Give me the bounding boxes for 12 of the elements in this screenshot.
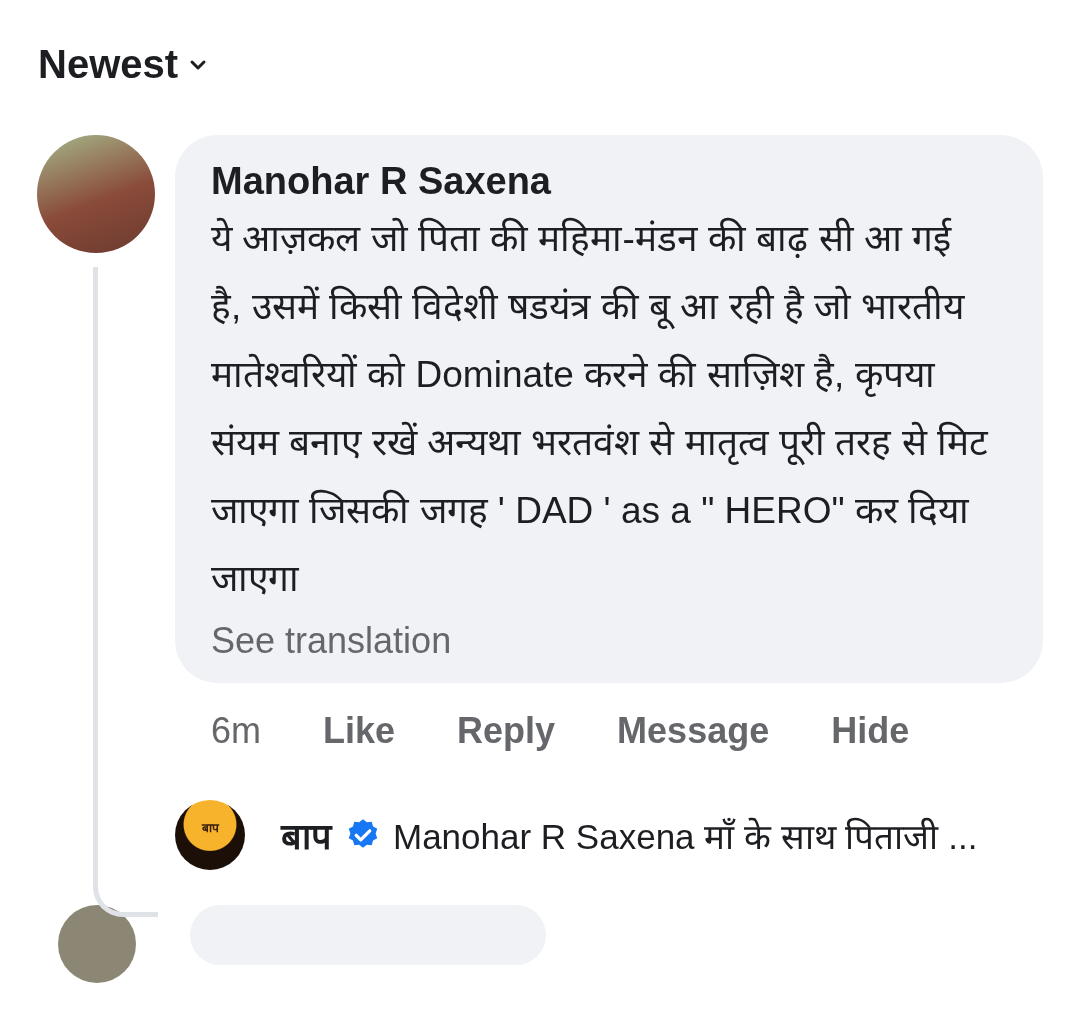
comment-action-button[interactable]: Reply [457,710,556,752]
see-translation-link[interactable]: See translation [211,615,1007,667]
sort-dropdown[interactable]: Newest [38,40,209,89]
comment-action-button[interactable]: Message [617,710,770,752]
reply-preview[interactable]: Manohar R Saxena माँ के साथ पिताजी ... [393,811,978,859]
comment-time: 6m [211,710,261,752]
comment-text: ये आज़कल जो पिता की महिमा-मंडन की बाढ़ सी आ गई है, उसमें किसी विदेशी षडयंत्र की बू आ रही है जो भारतीय मातेश्वरियों को Dominate करने की साज़िश है, कृपया संयम बनाए रखें अन्यथा भरतवंश से मातृत्व पूरी तरह से मिट जाएगा जिसकी जगह ' DAD ' as a " HERO" कर दिया जाएगा [211,216,990,601]
comment-action-button[interactable]: Like [323,710,396,752]
reply-author[interactable]: बाप [281,810,331,860]
reply-avatar[interactable]: बाप [175,800,245,870]
comment-action-button[interactable]: Hide [831,710,910,752]
comment-author[interactable]: Manohar R Saxena [211,157,1007,205]
